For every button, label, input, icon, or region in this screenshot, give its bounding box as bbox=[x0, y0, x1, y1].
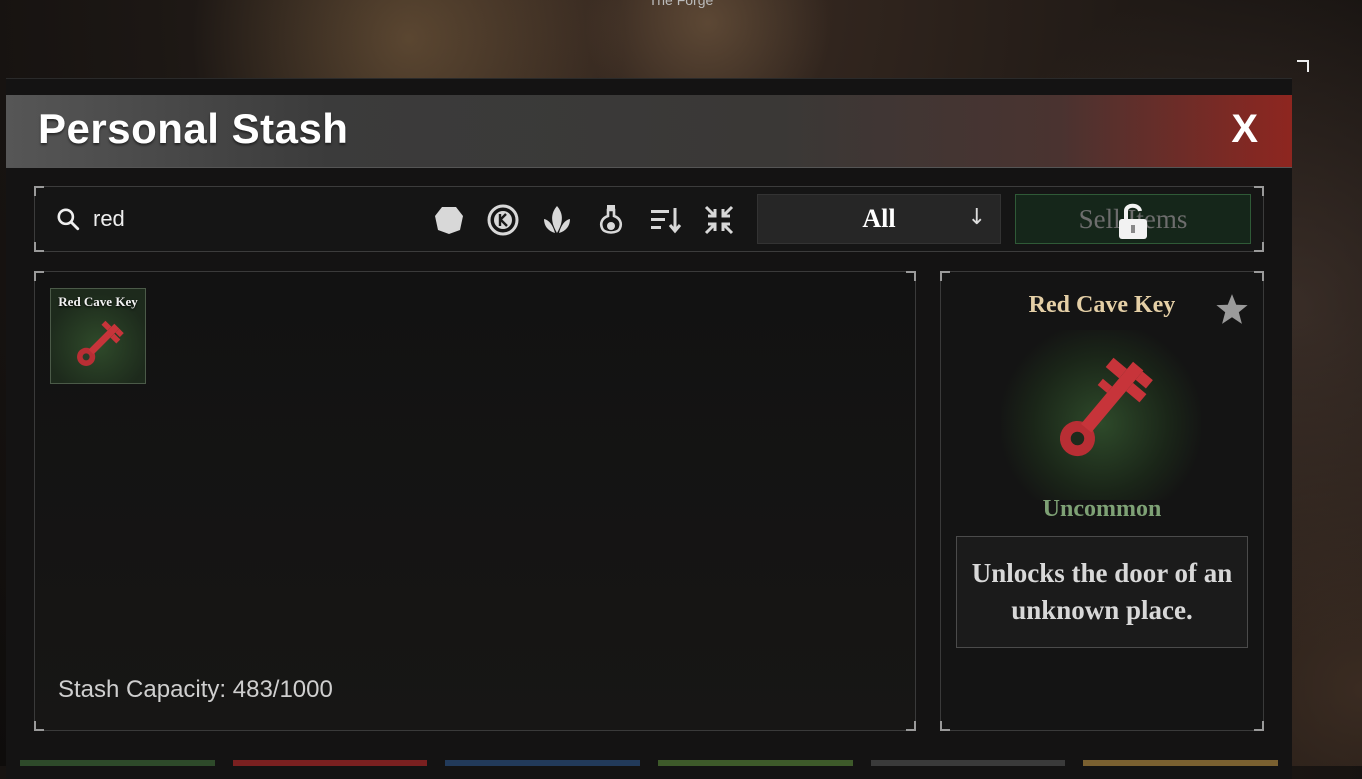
sell-items-button[interactable]: Sell Items bbox=[1015, 194, 1251, 244]
search-icon bbox=[57, 208, 80, 231]
item-rarity: Uncommon bbox=[1042, 496, 1162, 522]
scene-caption: The Forge bbox=[648, 0, 714, 8]
unlocked-padlock-icon bbox=[1119, 203, 1147, 239]
collapse-icon[interactable] bbox=[700, 201, 738, 239]
title-bar: Personal Stash X bbox=[6, 95, 1292, 168]
stash-item-label: Red Cave Key bbox=[58, 294, 138, 309]
potion-filter-icon[interactable] bbox=[592, 201, 630, 239]
arrow-down-icon: ↓ bbox=[967, 205, 986, 230]
sort-icon[interactable] bbox=[646, 201, 684, 239]
search-input[interactable] bbox=[91, 205, 395, 233]
stash-grid: Red Cave Key Stash Capacity: 483/1000 bbox=[34, 271, 916, 731]
category-select-value: All bbox=[862, 204, 896, 233]
gem-filter-icon[interactable] bbox=[430, 201, 468, 239]
corner-bracket bbox=[1297, 60, 1309, 72]
key-icon bbox=[77, 320, 124, 366]
item-description-box: Unlocks the door of an unknown place. bbox=[956, 536, 1248, 648]
key-icon bbox=[1059, 357, 1153, 457]
stash-window: Personal Stash X red All ↓ Sell Items Re… bbox=[6, 78, 1292, 779]
category-select[interactable]: All ↓ bbox=[757, 194, 1001, 244]
stash-capacity: Stash Capacity: 483/1000 bbox=[58, 676, 333, 703]
search-box[interactable] bbox=[55, 203, 415, 235]
favorite-star-icon[interactable] bbox=[1215, 292, 1249, 326]
close-button[interactable]: X bbox=[1231, 107, 1258, 152]
stash-item-slot[interactable]: Red Cave Key bbox=[50, 288, 146, 384]
herb-filter-icon[interactable] bbox=[538, 201, 576, 239]
currency-filter-icon[interactable] bbox=[484, 201, 522, 239]
bottom-tabs-strip bbox=[20, 760, 1279, 766]
item-detail-panel: Red Cave Key Uncommon Unlocks the door o… bbox=[940, 271, 1264, 731]
item-description: Unlocks the door of an unknown place. bbox=[971, 558, 1233, 625]
toolbar: All ↓ Sell Items bbox=[34, 186, 1264, 252]
window-title: Personal Stash bbox=[38, 105, 349, 152]
